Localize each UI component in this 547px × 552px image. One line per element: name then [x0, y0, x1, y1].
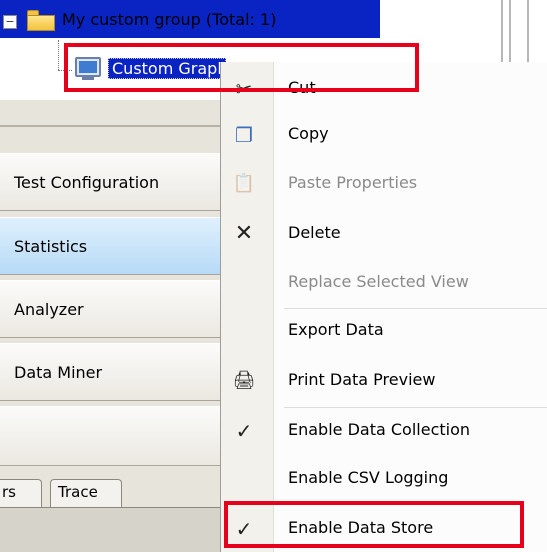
- tab-rs[interactable]: rs: [0, 479, 42, 507]
- nav-empty-slot: [0, 406, 238, 466]
- navigation-panel: Test Configuration Statistics Analyzer D…: [0, 100, 238, 552]
- menu-item-label: Replace Selected View: [288, 272, 469, 291]
- menu-item-copy[interactable]: ❐ Copy: [221, 111, 547, 159]
- menu-item-print-data-preview[interactable]: 🖨 Print Data Preview: [221, 357, 547, 405]
- menu-item-label: Paste Properties: [288, 173, 418, 192]
- menu-item-enable-data-collection[interactable]: ✓ Enable Data Collection: [221, 407, 547, 455]
- nav-test-configuration[interactable]: Test Configuration: [0, 153, 238, 211]
- menu-item-delete[interactable]: ✕ Delete: [221, 210, 547, 258]
- menu-item-replace-selected-view[interactable]: Replace Selected View: [221, 259, 547, 307]
- delete-icon: ✕: [234, 221, 254, 246]
- printer-icon: 🖨: [232, 370, 256, 391]
- divider: [0, 125, 238, 127]
- menu-item-export-data[interactable]: Export Data: [221, 307, 547, 355]
- menu-item-label: Export Data: [288, 320, 384, 339]
- nav-analyzer[interactable]: Analyzer: [0, 280, 238, 338]
- checkmark-icon: ✓: [235, 419, 253, 443]
- nav-statistics[interactable]: Statistics: [0, 217, 238, 275]
- menu-item-label: Enable CSV Logging: [288, 468, 449, 487]
- menu-item-label: Copy: [288, 124, 329, 143]
- highlight-box-custom-graph: [64, 43, 419, 92]
- tree-group-label[interactable]: My custom group (Total: 1): [62, 10, 276, 29]
- menu-item-label: Delete: [288, 223, 341, 242]
- folder-icon: [25, 8, 57, 32]
- paste-icon: 📋: [232, 173, 256, 194]
- tree-connector: [58, 40, 59, 70]
- menu-item-label: Enable Data Collection: [288, 420, 471, 439]
- menu-item-paste-properties[interactable]: 📋 Paste Properties: [221, 160, 547, 208]
- tab-content-area: [0, 507, 238, 552]
- context-menu: ✂ Cut ❐ Copy 📋 Paste Properties ✕ Delete…: [220, 62, 547, 552]
- nav-data-miner[interactable]: Data Miner: [0, 343, 238, 401]
- copy-icon: ❐: [235, 123, 253, 147]
- tab-trace[interactable]: Trace: [50, 479, 122, 507]
- menu-item-label: Print Data Preview: [288, 370, 436, 389]
- highlight-box-enable-data-store: [224, 501, 524, 548]
- bottom-tab-strip: rs Trace: [0, 471, 238, 509]
- menu-item-enable-csv-logging[interactable]: Enable CSV Logging: [221, 455, 547, 503]
- collapse-toggle[interactable]: −: [3, 15, 17, 29]
